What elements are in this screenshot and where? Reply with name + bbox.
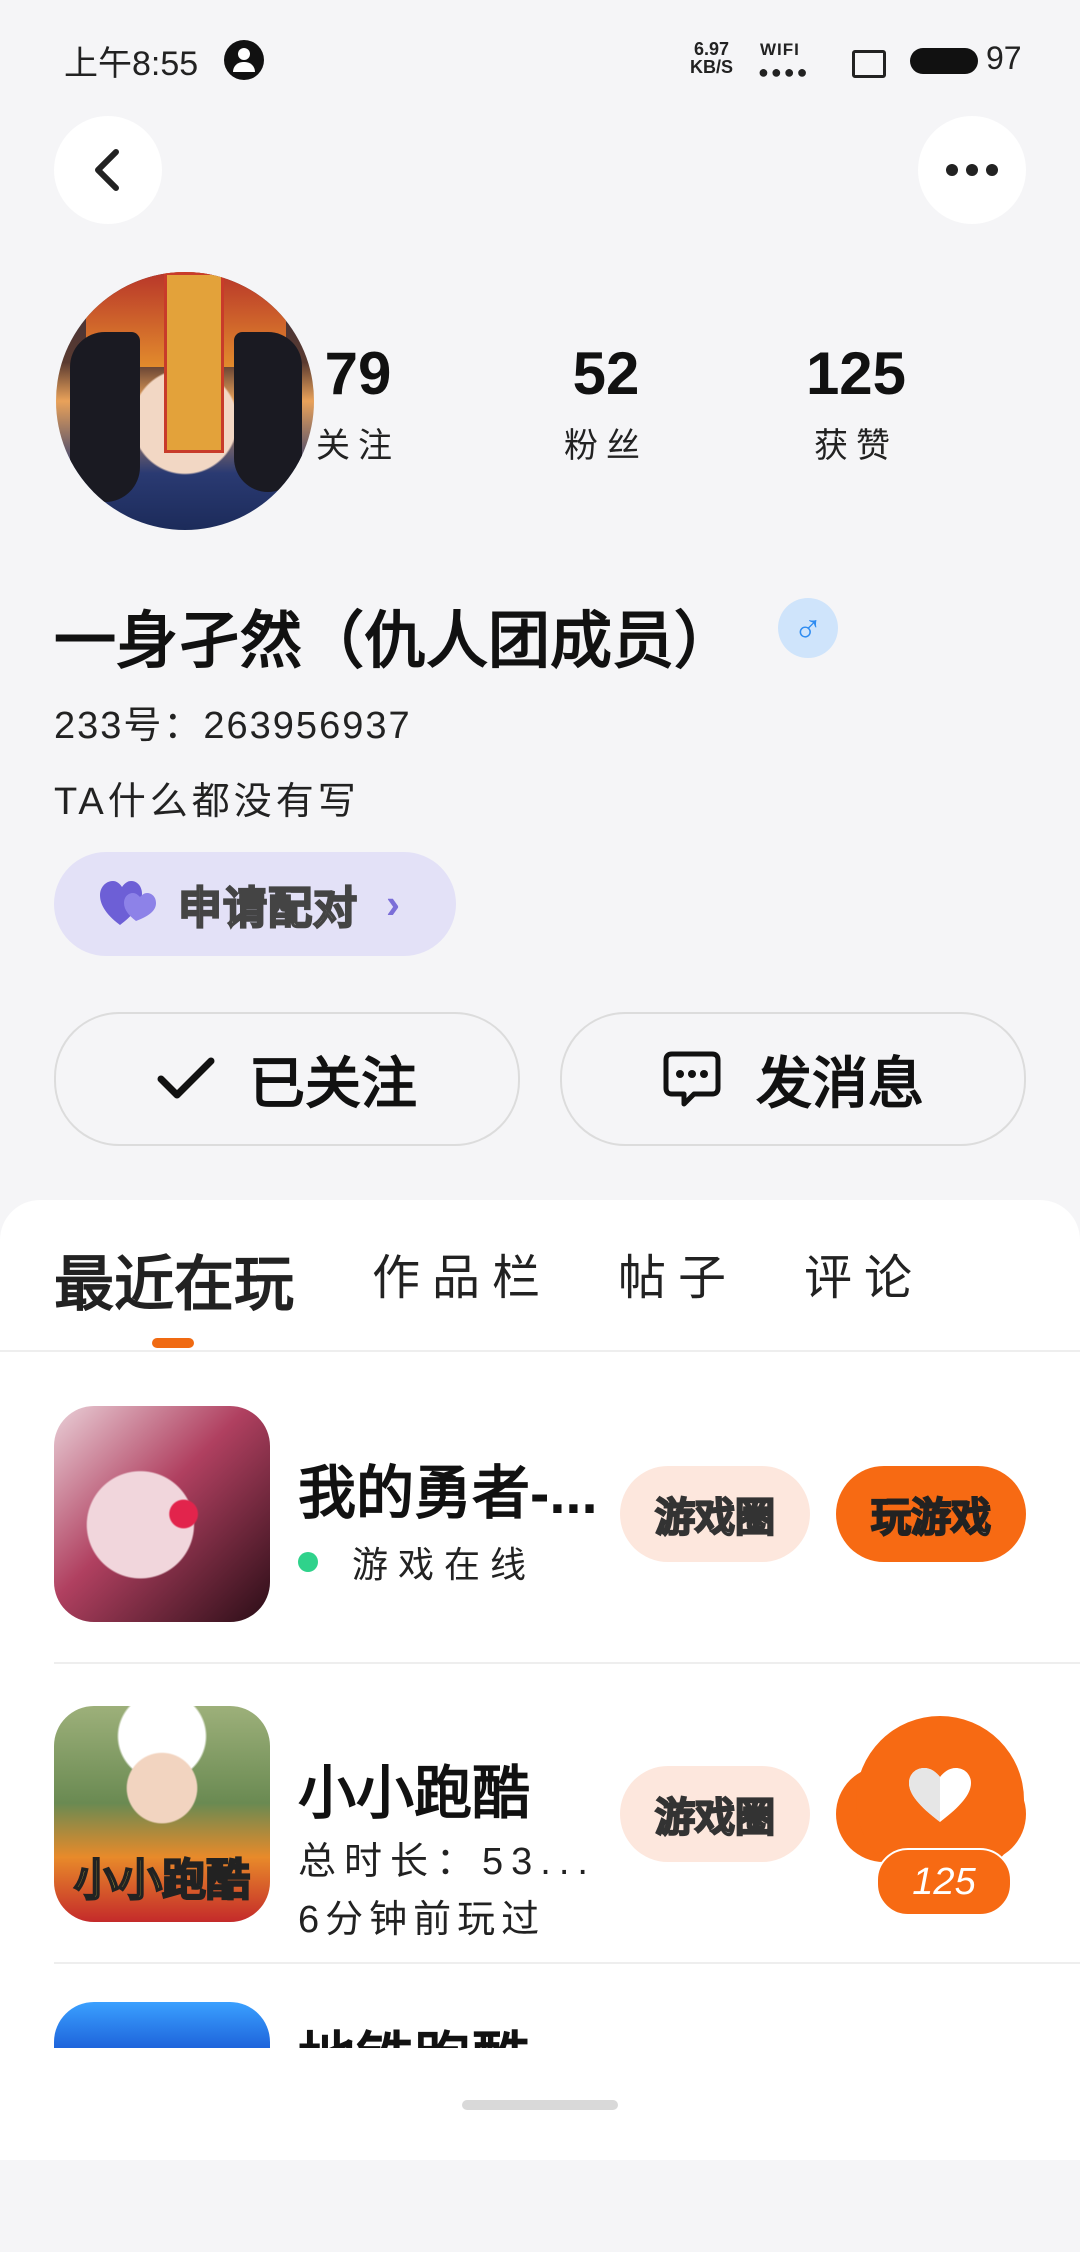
back-button[interactable]: [54, 116, 162, 224]
profile-bio: TA什么都没有写: [54, 781, 360, 823]
stat-value: 125: [805, 340, 907, 407]
game-icon[interactable]: [54, 1406, 270, 1622]
chevron-right-icon: ›: [386, 880, 400, 927]
double-heart-icon: [100, 881, 156, 927]
wifi-label: WIFI: [760, 40, 800, 59]
heart-icon: [909, 1768, 971, 1822]
send-message-label: 发消息: [756, 1051, 924, 1115]
game-title: 小小跑酷: [298, 1761, 531, 1826]
play-game-button[interactable]: 玩游戏: [836, 1466, 1026, 1562]
game-list-item[interactable]: 我的勇者-... 游戏在线 游戏圈 玩游戏: [0, 1352, 1080, 1652]
game-icon[interactable]: [54, 2002, 270, 2052]
online-status: 游戏在线: [298, 1536, 536, 1588]
pair-request-button[interactable]: 申请配对 ›: [54, 852, 456, 956]
game-icon[interactable]: 小小跑酷: [54, 1706, 270, 1922]
pair-request-label: 申请配对: [177, 883, 358, 934]
status-bar: 上午8:55 6.97 KB/S WIFI ●●●● 97: [0, 0, 1080, 120]
stat-likes[interactable]: 125 获赞: [776, 342, 936, 467]
online-dot-icon: [298, 1552, 318, 1572]
network-speed-value: 6.97: [693, 39, 730, 59]
avatar[interactable]: [56, 272, 314, 530]
account-icon: [224, 40, 264, 80]
network-speed-unit: KB/S: [690, 57, 734, 77]
profile-name: 一身孑然（仇人团成员）: [54, 607, 737, 676]
game-circle-button[interactable]: 游戏圈: [620, 1466, 810, 1562]
sim-icon: [852, 50, 886, 78]
stat-label: 粉丝: [564, 427, 648, 465]
wifi-icon: ●●●●: [758, 62, 810, 82]
last-played: 6分钟前玩过: [298, 1899, 546, 1941]
stat-following[interactable]: 79 关注: [278, 342, 438, 467]
tab-indicator: [152, 1338, 194, 1348]
user-id: 233号：263956937: [54, 705, 412, 747]
network-speed: 6.97 KB/S: [690, 40, 733, 76]
stat-followers[interactable]: 52 粉丝: [526, 342, 686, 467]
stat-label: 关注: [316, 427, 400, 465]
online-status-text: 游戏在线: [352, 1544, 537, 1585]
chat-bubble-icon: [663, 1051, 721, 1107]
play-duration: 总时长：53...: [298, 1841, 596, 1883]
tab-works[interactable]: 作品栏: [372, 1238, 552, 1308]
more-icon: [946, 164, 998, 176]
stat-label: 获赞: [814, 427, 898, 465]
home-indicator[interactable]: [462, 2100, 618, 2110]
tab-recently-played[interactable]: 最近在玩: [54, 1236, 294, 1323]
more-button[interactable]: [918, 116, 1026, 224]
tab-comments[interactable]: 评论: [804, 1238, 924, 1308]
following-label: 已关注: [249, 1051, 417, 1115]
battery-level: 97: [986, 40, 1022, 76]
check-icon: [157, 1057, 215, 1099]
like-count: 125: [876, 1848, 1012, 1916]
game-title: 地铁跑酷: [298, 2012, 530, 2052]
tab-posts[interactable]: 帖子: [618, 1238, 738, 1308]
following-button[interactable]: 已关注: [54, 1012, 520, 1146]
stat-value: 79: [324, 340, 392, 407]
battery-icon: [910, 48, 978, 74]
game-circle-button[interactable]: 游戏圈: [620, 1766, 810, 1862]
status-time: 上午8:55: [64, 45, 199, 83]
game-icon-text: 小小跑酷: [73, 1855, 251, 1906]
chevron-left-icon: [95, 149, 119, 191]
game-title: 我的勇者-...: [298, 1461, 598, 1526]
stat-value: 52: [572, 340, 640, 407]
male-icon: ♂: [778, 598, 838, 658]
send-message-button[interactable]: 发消息: [560, 1012, 1026, 1146]
